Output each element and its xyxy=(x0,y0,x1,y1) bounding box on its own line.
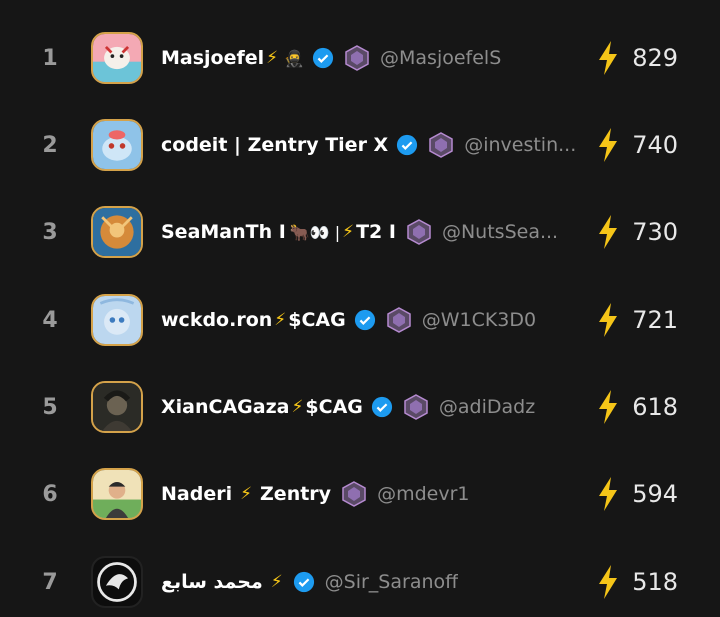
lightning-bolt-icon xyxy=(599,477,618,511)
display-name[interactable]: SeaManTh I xyxy=(161,221,286,243)
tier-badge-icon xyxy=(429,132,453,158)
user-info: Naderi ⚡ Zentry @mdevr1 xyxy=(161,481,580,507)
score-value: 829 xyxy=(632,44,678,72)
user-handle[interactable]: @NutsSea... xyxy=(442,221,558,243)
lightning-bolt-icon: ⚡ xyxy=(291,397,304,417)
score: 829 xyxy=(596,41,678,75)
score: 618 xyxy=(596,390,678,424)
leaderboard-row[interactable]: 6 Naderi ⚡ Zentry @mdevr1 594 xyxy=(0,459,720,529)
user-info: Masjoefel ⚡ 🥷 @MasjoefelS xyxy=(161,45,580,71)
display-name-suffix: $CAG xyxy=(305,396,363,418)
lightning-bolt-icon: ⚡ xyxy=(274,310,287,330)
avatar[interactable] xyxy=(91,206,143,258)
tier-badge-icon xyxy=(345,45,369,71)
leaderboard-row[interactable]: 4 wckdo.ron ⚡ $CAG @W1CK3D0 721 xyxy=(0,285,720,355)
display-name-suffix: $CAG xyxy=(288,309,346,331)
lightning-bolt-icon xyxy=(599,215,618,249)
display-name-suffix: T2 I xyxy=(356,221,396,243)
lightning-bolt-icon: ⚡ xyxy=(270,572,283,592)
tier-badge-icon xyxy=(407,219,431,245)
lightning-bolt-icon: ⚡ xyxy=(240,484,253,504)
leaderboard-row[interactable]: 1 Masjoefel ⚡ 🥷 @MasjoefelS 829 xyxy=(0,23,720,93)
display-name[interactable]: wckdo.ron xyxy=(161,309,272,331)
verified-check-icon xyxy=(397,134,418,156)
tier-badge-icon xyxy=(386,307,411,333)
score: 740 xyxy=(596,128,678,162)
display-name[interactable]: XianCAGaza xyxy=(161,396,289,418)
verified-check-icon xyxy=(354,309,375,331)
user-handle[interactable]: @investin... xyxy=(464,134,576,156)
leaderboard-row[interactable]: 3 SeaManTh I 🐂👀 | ⚡ T2 I @NutsSea... 730 xyxy=(0,197,720,267)
score-value: 730 xyxy=(632,218,678,246)
user-info: wckdo.ron ⚡ $CAG @W1CK3D0 xyxy=(161,307,580,333)
rank-number: 1 xyxy=(42,45,58,71)
lightning-bolt-icon: ⚡ xyxy=(266,48,279,68)
lightning-bolt-icon: ⚡ xyxy=(342,222,355,242)
user-info: XianCAGaza ⚡ $CAG @adiDadz xyxy=(161,394,580,420)
avatar[interactable] xyxy=(91,468,143,520)
user-handle[interactable]: @MasjoefelS xyxy=(380,47,501,69)
tier-badge-icon xyxy=(404,394,428,420)
lightning-bolt-icon xyxy=(599,41,618,75)
avatar[interactable] xyxy=(91,294,143,346)
score-value: 594 xyxy=(632,480,678,508)
score: 721 xyxy=(596,303,678,337)
lightning-bolt-icon xyxy=(599,303,618,337)
verified-check-icon xyxy=(371,396,392,418)
display-name[interactable]: Masjoefel xyxy=(161,47,264,69)
rank-number: 4 xyxy=(42,307,58,333)
score: 594 xyxy=(596,477,678,511)
avatar[interactable] xyxy=(91,381,143,433)
display-name-suffix: Zentry xyxy=(260,483,332,505)
rank-number: 3 xyxy=(42,219,58,245)
score: 730 xyxy=(596,215,678,249)
score-value: 740 xyxy=(632,131,678,159)
user-handle[interactable]: @W1CK3D0 xyxy=(422,309,536,331)
display-name[interactable]: codeit | Zentry Tier X xyxy=(161,134,388,156)
user-info: محمد سابع ⚡ @Sir_Saranoff xyxy=(161,571,580,593)
avatar[interactable] xyxy=(91,32,143,84)
leaderboard-row[interactable]: 5 XianCAGaza ⚡ $CAG @adiDadz 618 xyxy=(0,372,720,442)
lightning-bolt-icon xyxy=(599,565,618,599)
score-value: 721 xyxy=(632,306,678,334)
avatar[interactable] xyxy=(91,556,143,608)
rank-number: 7 xyxy=(42,569,58,595)
rank-number: 5 xyxy=(42,394,58,420)
user-info: SeaManTh I 🐂👀 | ⚡ T2 I @NutsSea... xyxy=(161,219,580,245)
display-name[interactable]: محمد سابع xyxy=(161,571,263,593)
rank-number: 6 xyxy=(42,481,58,507)
user-info: codeit | Zentry Tier X @investin... xyxy=(161,132,580,158)
verified-check-icon xyxy=(312,47,334,69)
lightning-bolt-icon xyxy=(599,128,618,162)
user-handle[interactable]: @Sir_Saranoff xyxy=(325,571,459,593)
score-value: 518 xyxy=(632,568,678,596)
lightning-bolt-icon xyxy=(599,390,618,424)
ninja-emoji: 🥷 xyxy=(284,48,305,68)
score-value: 618 xyxy=(632,393,678,421)
leaderboard-row[interactable]: 2 codeit | Zentry Tier X @investin... 74… xyxy=(0,110,720,180)
user-handle[interactable]: @adiDadz xyxy=(439,396,535,418)
display-name[interactable]: Naderi xyxy=(161,483,232,505)
leaderboard-row[interactable]: 7 محمد سابع ⚡ @Sir_Saranoff 518 xyxy=(0,547,720,617)
score: 518 xyxy=(596,565,678,599)
tier-badge-icon xyxy=(342,481,366,507)
user-handle[interactable]: @mdevr1 xyxy=(377,483,469,505)
avatar[interactable] xyxy=(91,119,143,171)
bull-eyes-emoji: 🐂👀 | xyxy=(289,222,341,242)
rank-number: 2 xyxy=(42,132,58,158)
verified-check-icon xyxy=(293,571,314,593)
